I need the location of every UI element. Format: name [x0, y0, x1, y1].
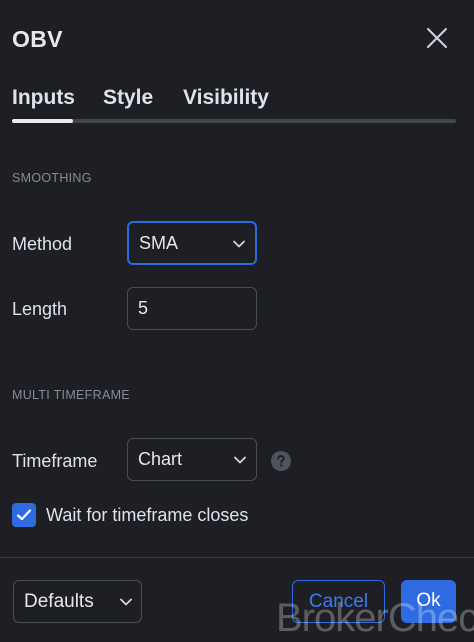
wait-for-closes-checkbox[interactable] [12, 503, 36, 527]
indicator-settings-dialog: OBV Inputs Style Visibility SMOOTHING Me… [0, 0, 474, 642]
close-icon [427, 28, 447, 48]
tab-visibility[interactable]: Visibility [183, 86, 269, 110]
wait-for-closes-checkbox-row[interactable]: Wait for timeframe closes [12, 502, 312, 528]
settings-tabs: Inputs Style Visibility [12, 84, 456, 128]
section-multi-timeframe-heading: MULTI TIMEFRAME [12, 388, 130, 402]
chevron-down-icon [120, 598, 132, 606]
close-button[interactable] [421, 22, 453, 54]
length-input[interactable]: 5 [127, 287, 257, 330]
ok-button[interactable]: Ok [401, 580, 456, 623]
defaults-button[interactable]: Defaults [13, 580, 142, 623]
check-icon [16, 509, 32, 521]
active-tab-indicator [12, 119, 73, 123]
chevron-down-icon [234, 456, 246, 464]
footer-divider [0, 557, 474, 558]
section-smoothing-heading: SMOOTHING [12, 171, 92, 185]
dialog-title: OBV [12, 26, 63, 52]
method-select[interactable]: SMA [127, 221, 257, 265]
ok-button-label: Ok [416, 590, 441, 611]
cancel-button[interactable]: Cancel [292, 580, 385, 623]
tab-style[interactable]: Style [103, 86, 153, 110]
chevron-down-icon [233, 240, 245, 248]
timeframe-label: Timeframe [12, 451, 98, 471]
tab-track [12, 119, 456, 123]
defaults-button-label: Defaults [24, 591, 94, 612]
dialog-header: OBV [0, 0, 474, 80]
wait-for-closes-label: Wait for timeframe closes [46, 505, 249, 525]
help-icon[interactable] [270, 450, 292, 472]
timeframe-select[interactable]: Chart [127, 438, 257, 481]
cancel-button-label: Cancel [308, 591, 369, 612]
timeframe-select-value: Chart [138, 449, 183, 469]
length-label: Length [12, 299, 68, 319]
method-label: Method [12, 234, 73, 254]
method-select-value: SMA [139, 233, 179, 253]
tab-inputs[interactable]: Inputs [12, 86, 75, 110]
length-input-value: 5 [138, 298, 149, 318]
